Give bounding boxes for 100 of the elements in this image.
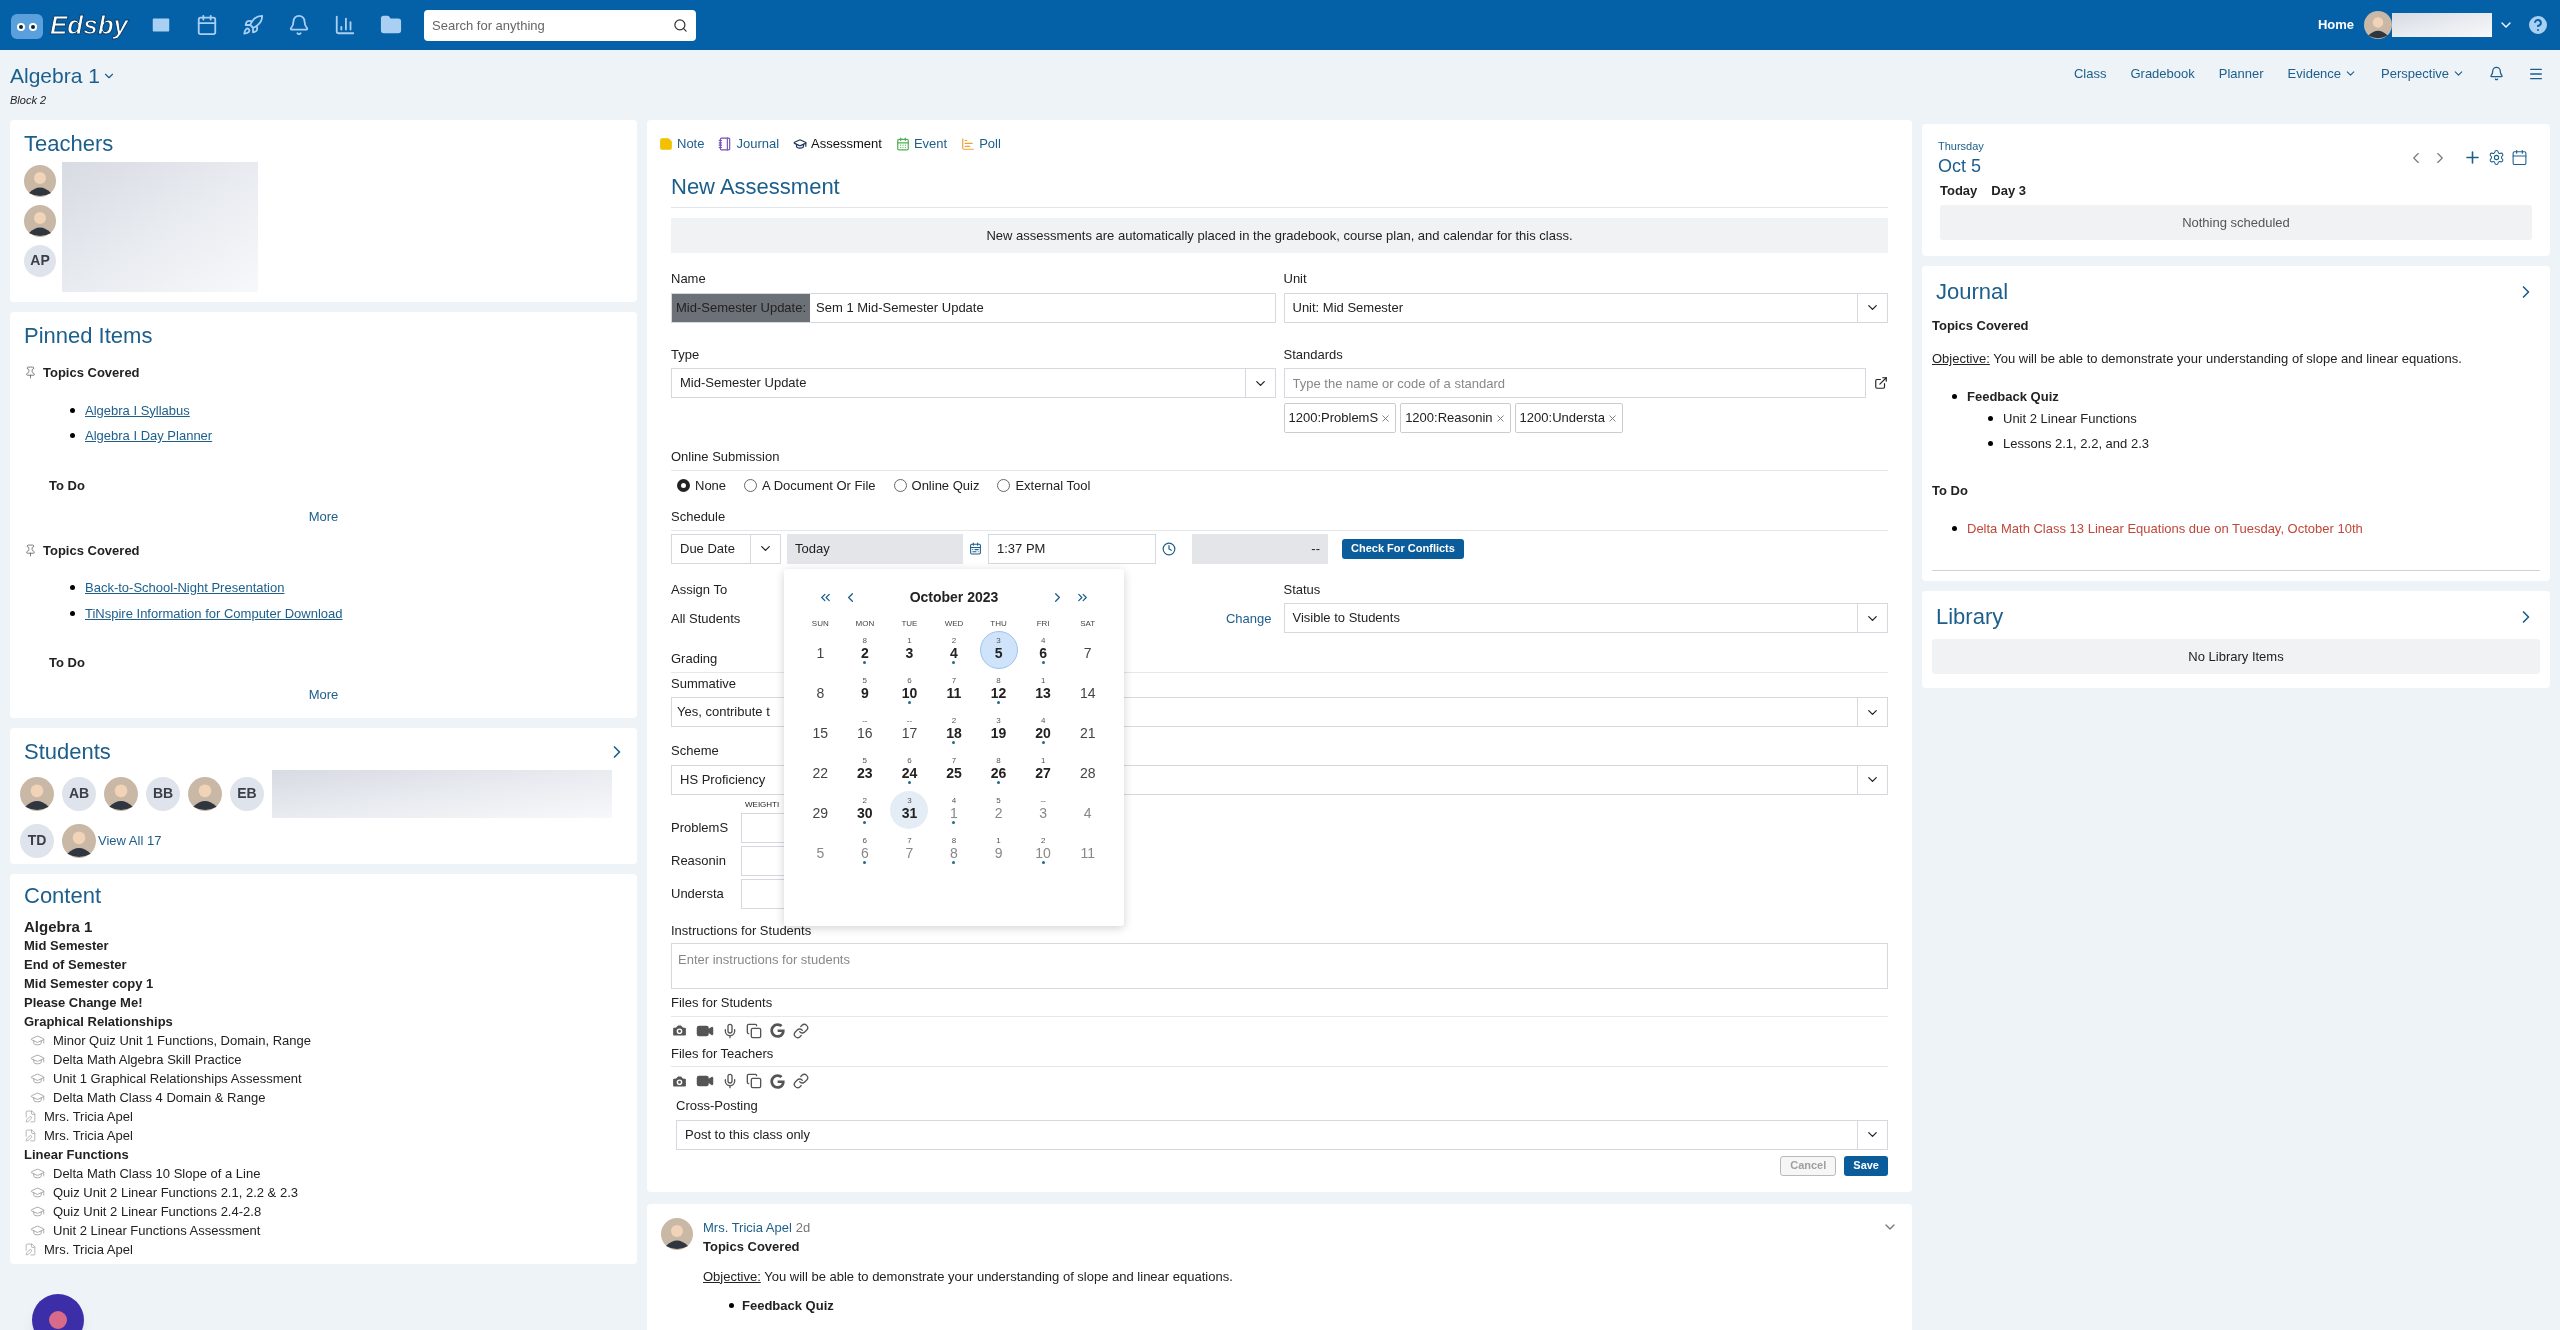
pinned-link[interactable]: Algebra I Syllabus: [85, 400, 190, 420]
documents-icon[interactable]: [746, 1022, 762, 1039]
calendar-day[interactable]: 11: [1068, 830, 1107, 869]
home-link[interactable]: Home: [2317, 15, 2354, 35]
calendar-day[interactable]: 7 7: [890, 830, 929, 869]
chart-icon[interactable]: [334, 14, 357, 36]
content-item[interactable]: Please Change Me!: [24, 993, 623, 1012]
calendar-icon[interactable]: [2511, 149, 2528, 166]
calendar-day[interactable]: 4 6: [1024, 630, 1063, 669]
nav-link[interactable]: Class: [2073, 64, 2107, 84]
content-item[interactable]: Quiz Unit 2 Linear Functions 2.1, 2.2 & 2.3: [53, 1182, 298, 1203]
microphone-icon[interactable]: [722, 1022, 738, 1039]
class-title[interactable]: Algebra 1: [10, 60, 100, 92]
graduation-cap-icon: [30, 1204, 45, 1219]
content-item[interactable]: Unit 1 Graphical Relationships Assessment: [53, 1068, 302, 1089]
notifications-icon[interactable]: [288, 14, 311, 36]
calendar-icon[interactable]: [969, 542, 982, 555]
change-link[interactable]: Change: [1225, 609, 1272, 629]
save-button[interactable]: Save: [1844, 1155, 1888, 1176]
select-field[interactable]: Mid-Semester Update: [671, 368, 1276, 398]
pinned-title[interactable]: Topics Covered: [43, 363, 140, 383]
content-item[interactable]: Minor Quiz Unit 1 Functions, Domain, Range: [53, 1030, 311, 1051]
check-conflicts-button[interactable]: Check For Conflicts: [1342, 538, 1464, 559]
composer-tab[interactable]: Assessment: [793, 134, 882, 154]
instructions-field[interactable]: Enter instructions for students: [671, 943, 1888, 989]
google-icon[interactable]: [770, 1023, 785, 1038]
camera-icon[interactable]: [671, 1072, 688, 1090]
calendar-day[interactable]: 2 10: [1024, 830, 1063, 869]
nav-link[interactable]: Gradebook: [2130, 64, 2195, 84]
calendar-day[interactable]: 8 2: [845, 630, 884, 669]
notifications-icon[interactable]: [2489, 66, 2504, 82]
calendar-day[interactable]: 1 9: [979, 830, 1018, 869]
calendar-day[interactable]: 8 8: [935, 830, 973, 869]
view-all-link[interactable]: View All 17: [98, 830, 162, 851]
documents-icon[interactable]: [746, 1073, 762, 1089]
content-item[interactable]: Delta Math Algebra Skill Practice: [53, 1049, 242, 1070]
composer-tab[interactable]: Event: [895, 134, 948, 154]
pinned-link[interactable]: Back-to-School-Night Presentation: [85, 578, 285, 598]
calendar-day[interactable]: 5: [801, 830, 840, 869]
content-item[interactable]: End of Semester: [24, 955, 623, 974]
calendar-day[interactable]: 1: [801, 630, 840, 669]
nav-link[interactable]: Planner: [2218, 64, 2264, 84]
post-bullet: Feedback Quiz: [742, 1297, 834, 1315]
content-item[interactable]: Algebra 1: [24, 917, 623, 936]
link-icon[interactable]: [793, 1022, 809, 1039]
chat-button[interactable]: [32, 1293, 84, 1330]
standard-tag[interactable]: 1200:ProblemS: [1283, 403, 1397, 433]
content-item[interactable]: Linear Functions: [24, 1145, 623, 1164]
help-icon[interactable]: [2526, 13, 2550, 37]
content-item[interactable]: Graphical Relationships: [24, 1012, 623, 1031]
standards-field[interactable]: Type the name or code of a standard: [1283, 368, 1866, 398]
select-field[interactable]: Post to this class only: [676, 1119, 1888, 1150]
search-field[interactable]: Search for anything: [424, 9, 697, 41]
content-item[interactable]: Quiz Unit 2 Linear Functions 2.4-2.8: [53, 1201, 262, 1222]
pinned-title[interactable]: Topics Covered: [43, 540, 140, 560]
external-link-icon[interactable]: [1874, 376, 1888, 390]
folder-icon[interactable]: [380, 14, 403, 36]
more-link[interactable]: More: [308, 507, 339, 527]
content-item[interactable]: Mrs. Tricia Apel: [44, 1125, 133, 1146]
google-icon[interactable]: [770, 1073, 785, 1089]
calendar-day[interactable]: 3 31: [890, 790, 929, 829]
content-item[interactable]: Delta Math Class 10 Slope of a Line: [53, 1163, 261, 1184]
calendar-day[interactable]: 3 5: [979, 630, 1018, 669]
pinned-link[interactable]: Algebra I Day Planner: [85, 426, 213, 446]
radio-button[interactable]: [677, 478, 690, 492]
calendar-day[interactable]: 2 4: [935, 630, 973, 669]
composer-tab[interactable]: Poll: [961, 134, 1001, 154]
nav-link[interactable]: Perspective: [2381, 64, 2465, 84]
date-field[interactable]: Today: [787, 533, 963, 564]
select-field[interactable]: Visible to Students: [1283, 603, 1888, 633]
select-field[interactable]: Unit: Mid Semester: [1283, 292, 1888, 323]
content-item[interactable]: Mid Semester: [24, 936, 623, 955]
clock-icon[interactable]: [1162, 541, 1176, 556]
person-avatar: [20, 776, 54, 811]
more-link[interactable]: More: [308, 684, 339, 704]
camera-icon[interactable]: [671, 1022, 688, 1039]
add-icon[interactable]: [2463, 148, 2482, 167]
calendar-day[interactable]: 7: [1068, 630, 1107, 669]
standard-tag[interactable]: 1200:Reasonin: [1400, 403, 1511, 433]
nav-link[interactable]: Evidence: [2287, 64, 2358, 84]
calendar-day[interactable]: 1 3: [890, 630, 929, 669]
pinned-link[interactable]: TiNspire Information for Computer Download: [85, 603, 343, 623]
calendar-day[interactable]: 6 6: [845, 830, 884, 869]
schedule-mode-select[interactable]: Due Date: [671, 533, 781, 564]
calendar-icon[interactable]: [196, 14, 219, 36]
standard-tag[interactable]: 1200:Understa: [1514, 403, 1623, 433]
time-field[interactable]: 1:37 PM: [988, 533, 1156, 564]
composer-tab[interactable]: Note: [659, 134, 705, 154]
content-item[interactable]: Mid Semester copy 1: [24, 974, 623, 993]
content-item[interactable]: Mrs. Tricia Apel: [44, 1106, 133, 1127]
author-link[interactable]: Mrs. Tricia Apel: [703, 1217, 792, 1237]
rocket-icon[interactable]: [242, 14, 265, 36]
content-item[interactable]: Delta Math Class 4 Domain & Range: [53, 1087, 266, 1108]
content-item[interactable]: Mrs. Tricia Apel: [44, 1239, 133, 1260]
settings-icon[interactable]: [2488, 149, 2505, 166]
composer-tab[interactable]: Journal: [718, 134, 780, 154]
name-field[interactable]: Mid-Semester Update: Sem 1 Mid-Semester Update: [671, 292, 1276, 323]
content-item[interactable]: Unit 2 Linear Functions Assessment: [53, 1220, 261, 1241]
link-icon[interactable]: [793, 1073, 809, 1089]
microphone-icon[interactable]: [722, 1073, 738, 1089]
